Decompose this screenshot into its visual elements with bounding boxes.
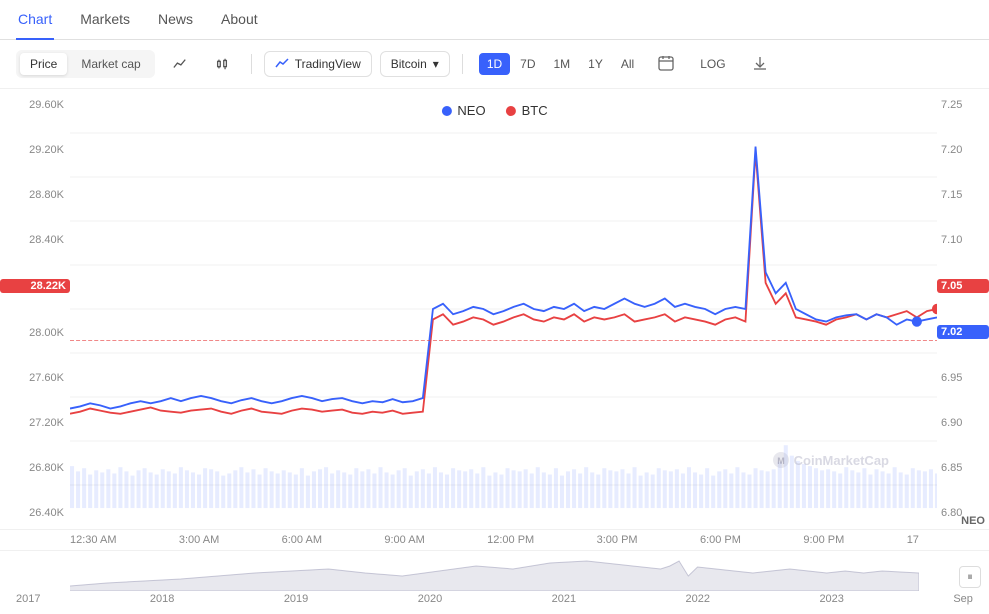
- time-btn-1m[interactable]: 1M: [546, 53, 579, 75]
- y-right-tick-8: 6.80: [937, 507, 989, 519]
- y-tick-9: 26.40K: [0, 507, 70, 519]
- svg-text:M: M: [777, 456, 785, 466]
- neo-endpoint: [912, 316, 922, 326]
- neo-dot: [441, 106, 451, 116]
- mini-x-tick-6: 2023: [819, 593, 843, 605]
- y-right-tick-6: 6.90: [937, 417, 989, 429]
- mini-x-axis: 2017 2018 2019 2020 2021 2022 2023 Sep: [0, 591, 989, 607]
- mini-chart-svg: [0, 551, 989, 591]
- time-btn-7d[interactable]: 7D: [512, 53, 543, 75]
- time-btn-1d[interactable]: 1D: [479, 53, 510, 75]
- chevron-down-icon: ▾: [433, 57, 439, 71]
- toolbar: Price Market cap TradingView Bitcoin ▾ 1…: [0, 40, 989, 89]
- btc-dot: [506, 106, 516, 116]
- log-button[interactable]: LOG: [690, 53, 735, 75]
- x-tick-3: 9:00 AM: [384, 534, 424, 546]
- y-axis-left: 29.60K 29.20K 28.80K 28.40K 28.22K 28.00…: [0, 89, 70, 529]
- chart-legend: NEO BTC: [441, 103, 547, 118]
- mini-x-tick-7: Sep: [953, 593, 973, 605]
- coin-selected-label: Bitcoin: [391, 57, 427, 71]
- tradingview-icon: [275, 57, 289, 71]
- btc-line: [70, 152, 937, 414]
- time-btn-1y[interactable]: 1Y: [580, 53, 611, 75]
- tradingview-button[interactable]: TradingView: [264, 51, 372, 77]
- line-chart-icon: [173, 57, 187, 71]
- btc-endpoint: [932, 304, 937, 314]
- price-marketcap-group: Price Market cap: [16, 50, 155, 78]
- y-right-tick-1: 7.20: [937, 144, 989, 156]
- y-tick-6: 27.60K: [0, 372, 70, 384]
- x-tick-5: 3:00 PM: [597, 534, 638, 546]
- mini-x-tick-3: 2020: [418, 593, 442, 605]
- mini-x-tick-0: 2017: [16, 593, 40, 605]
- tab-news[interactable]: News: [156, 0, 195, 40]
- time-btn-all[interactable]: All: [613, 53, 642, 75]
- neo-axis-label: NEO: [957, 513, 989, 529]
- pause-button[interactable]: ⏸: [959, 566, 981, 588]
- mini-x-tick-1: 2018: [150, 593, 174, 605]
- legend-btc: BTC: [506, 103, 548, 118]
- tab-about[interactable]: About: [219, 0, 260, 40]
- mini-x-tick-5: 2022: [686, 593, 710, 605]
- y-right-tick-0: 7.25: [937, 99, 989, 111]
- y-tick-5: 28.00K: [0, 327, 70, 339]
- mini-chart-wrapper: 2017 2018 2019 2020 2021 2022 2023 Sep ⏸: [0, 550, 989, 610]
- y-right-tick-orange: 7.05: [937, 279, 989, 293]
- tradingview-label: TradingView: [295, 57, 361, 71]
- mini-x-tick-2: 2019: [284, 593, 308, 605]
- x-tick-7: 9:00 PM: [803, 534, 844, 546]
- neo-label-text: NEO: [457, 103, 485, 118]
- y-tick-0: 29.60K: [0, 99, 70, 111]
- line-chart-icon-btn[interactable]: [163, 53, 197, 75]
- y-tick-highlighted: 28.22K: [0, 279, 70, 293]
- download-icon: [752, 55, 768, 71]
- x-tick-6: 6:00 PM: [700, 534, 741, 546]
- x-tick-0: 12:30 AM: [70, 534, 116, 546]
- chart-wrapper: 29.60K 29.20K 28.80K 28.40K 28.22K 28.00…: [0, 89, 989, 610]
- calendar-icon-btn[interactable]: [650, 51, 682, 78]
- separator-1: [251, 54, 252, 74]
- btc-label-text: BTC: [522, 103, 548, 118]
- separator-2: [462, 54, 463, 74]
- candle-icon-btn[interactable]: [205, 53, 239, 75]
- coin-dropdown[interactable]: Bitcoin ▾: [380, 51, 450, 77]
- y-right-tick-5: 6.95: [937, 372, 989, 384]
- y-axis-right: 7.25 7.20 7.15 7.10 7.05 7.02 6.95 6.90 …: [937, 89, 989, 529]
- y-tick-2: 28.80K: [0, 189, 70, 201]
- chart-container[interactable]: 29.60K 29.20K 28.80K 28.40K 28.22K 28.00…: [0, 89, 989, 529]
- download-icon-btn[interactable]: [744, 51, 776, 78]
- watermark: M CoinMarketCap: [772, 451, 889, 469]
- x-tick-2: 6:00 AM: [282, 534, 322, 546]
- tab-chart[interactable]: Chart: [16, 0, 54, 40]
- price-button[interactable]: Price: [20, 53, 67, 75]
- cmc-logo-icon: M: [772, 451, 790, 469]
- y-tick-3: 28.40K: [0, 234, 70, 246]
- x-tick-4: 12:00 PM: [487, 534, 534, 546]
- y-tick-1: 29.20K: [0, 144, 70, 156]
- mini-x-tick-4: 2021: [552, 593, 576, 605]
- marketcap-button[interactable]: Market cap: [71, 53, 150, 75]
- y-tick-7: 27.20K: [0, 417, 70, 429]
- y-tick-8: 26.80K: [0, 462, 70, 474]
- watermark-text: CoinMarketCap: [794, 453, 889, 468]
- y-right-tick-2: 7.15: [937, 189, 989, 201]
- x-axis: 12:30 AM 3:00 AM 6:00 AM 9:00 AM 12:00 P…: [0, 529, 989, 550]
- y-right-tick-blue: 7.02: [937, 325, 989, 339]
- legend-neo: NEO: [441, 103, 485, 118]
- x-tick-1: 3:00 AM: [179, 534, 219, 546]
- tab-markets[interactable]: Markets: [78, 0, 132, 40]
- y-right-tick-7: 6.85: [937, 462, 989, 474]
- time-button-group: 1D 7D 1M 1Y All: [479, 53, 642, 75]
- y-right-tick-3: 7.10: [937, 234, 989, 246]
- candle-icon: [215, 57, 229, 71]
- neo-line: [70, 147, 937, 409]
- calendar-icon: [658, 55, 674, 71]
- nav-bar: Chart Markets News About: [0, 0, 989, 40]
- x-tick-8: 17: [907, 534, 919, 546]
